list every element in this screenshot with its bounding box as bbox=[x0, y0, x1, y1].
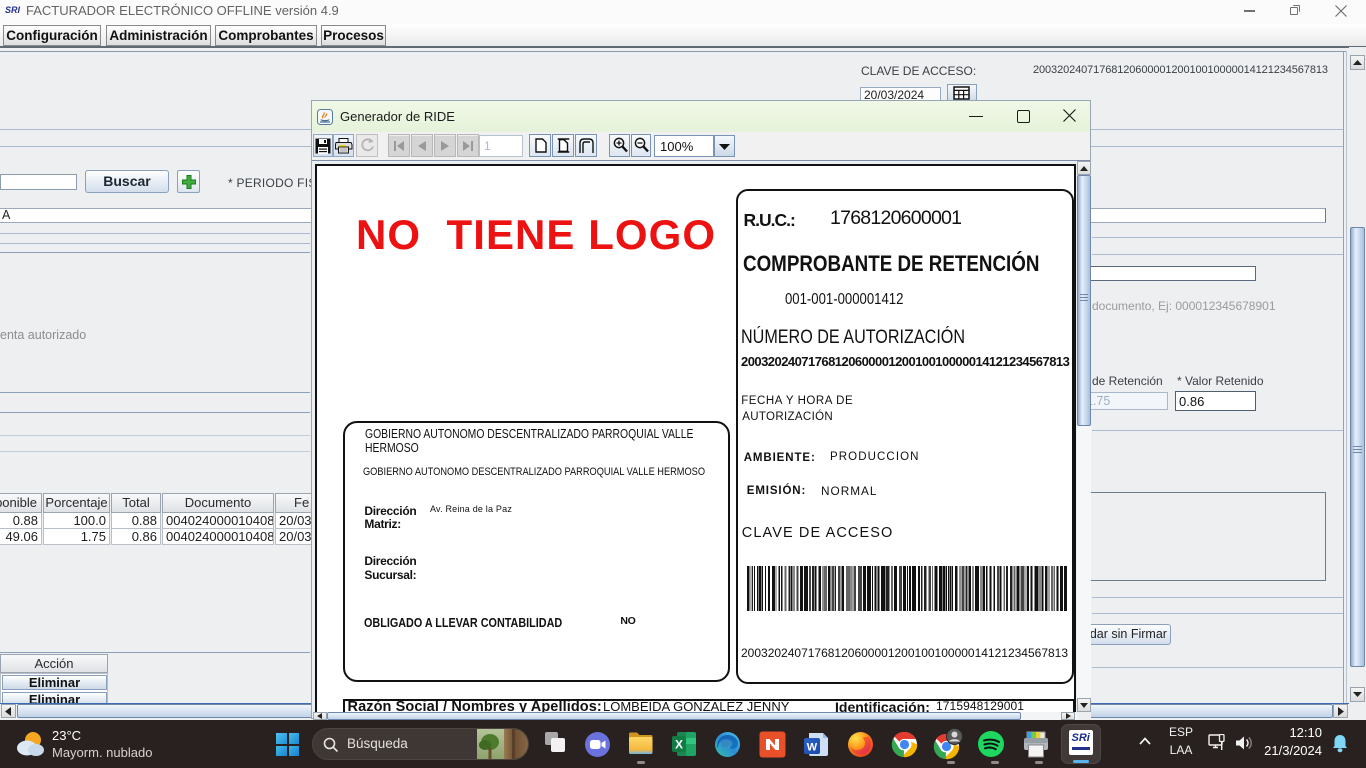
svg-text:X: X bbox=[675, 738, 683, 752]
svg-text:W: W bbox=[807, 742, 818, 754]
